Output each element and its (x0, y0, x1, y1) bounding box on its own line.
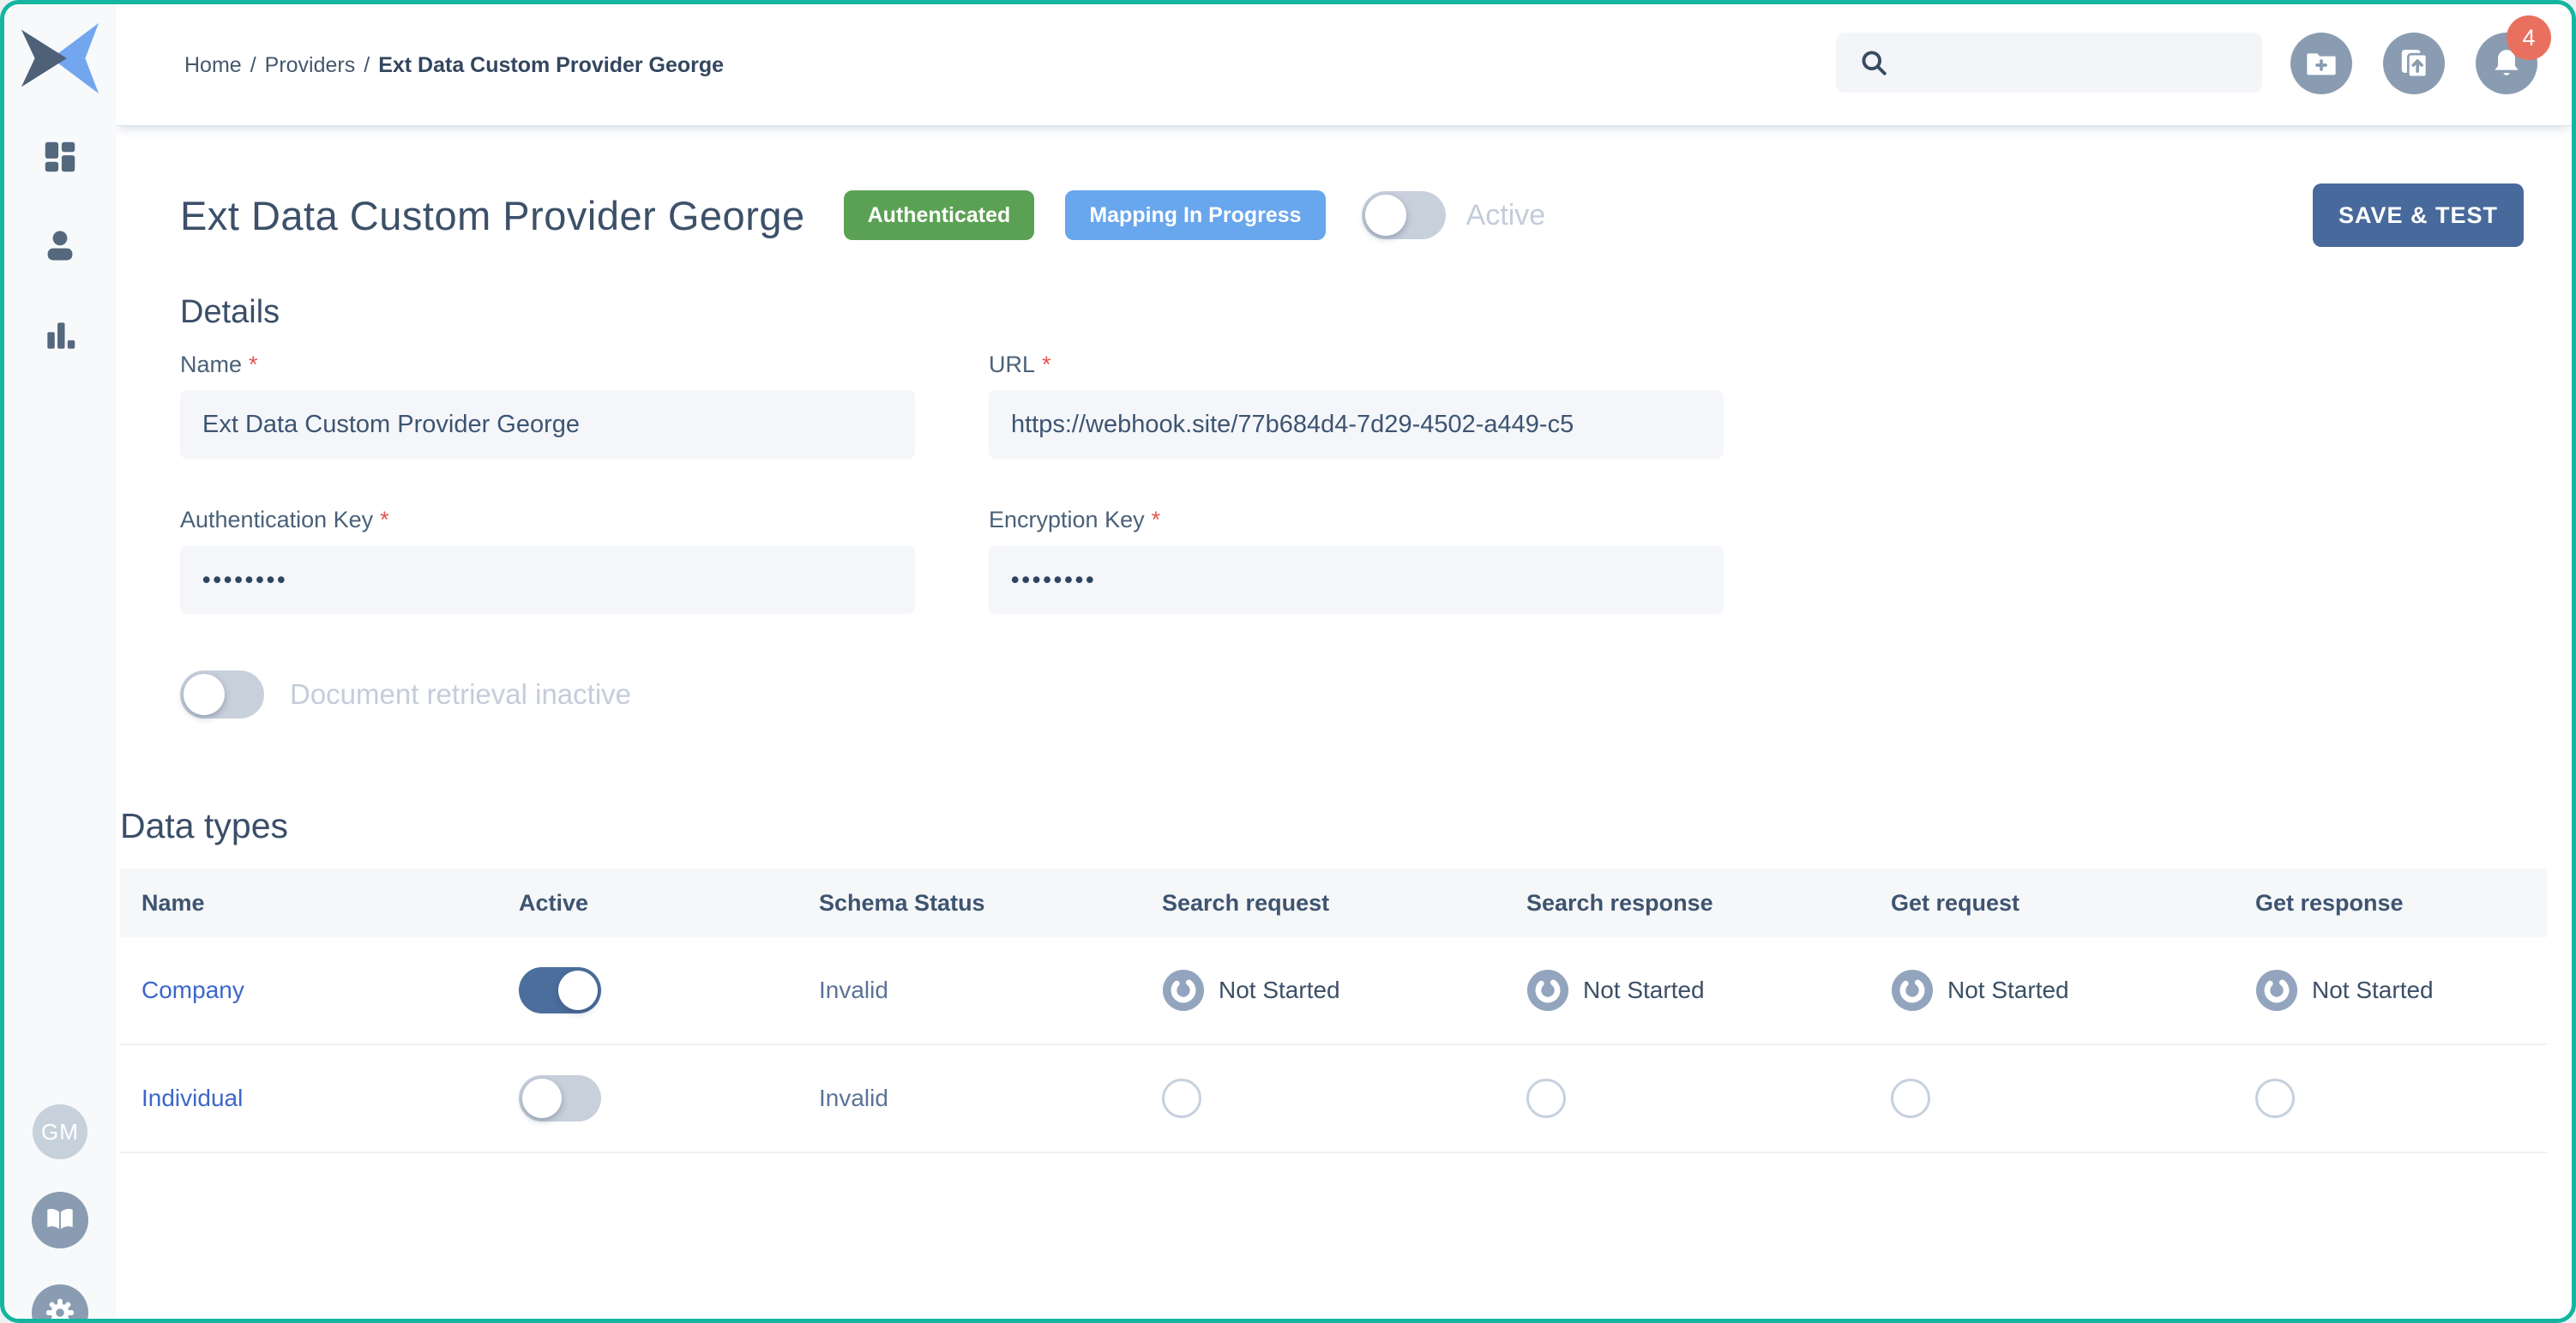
progress-not-started-icon (2255, 969, 2298, 1012)
add-provider-button[interactable] (2290, 33, 2352, 94)
individual-get-request-status[interactable] (1891, 1079, 1930, 1118)
name-label: Name (180, 352, 242, 378)
company-search-response-status[interactable]: Not Started (1526, 969, 1705, 1012)
data-types-section: Data types Name Active Schema Status Sea… (120, 806, 2547, 1153)
col-schema-status: Schema Status (797, 890, 1141, 917)
company-schema-status: Invalid (819, 977, 888, 1004)
progress-not-started-icon (1162, 969, 1205, 1012)
page-title: Ext Data Custom Provider George (180, 192, 805, 239)
col-get-response: Get response (2234, 890, 2547, 917)
progress-not-started-icon (1891, 969, 1934, 1012)
active-toggle-label: Active (1466, 199, 1546, 232)
search-box (1836, 33, 2262, 93)
details-heading: Details (180, 294, 1837, 331)
search-input[interactable] (1836, 33, 2262, 93)
field-url: URL * (989, 352, 1724, 459)
notification-count-badge: 4 (2507, 15, 2551, 60)
save-and-test-button[interactable]: SAVE & TEST (2313, 183, 2524, 247)
toggle-knob (1365, 195, 1406, 236)
datatype-link-company[interactable]: Company (141, 977, 244, 1004)
breadcrumb: Home / Providers / Ext Data Custom Provi… (184, 4, 724, 126)
individual-active-toggle[interactable] (519, 1075, 601, 1122)
table-row-company: Company Invalid Not Started (120, 937, 2547, 1045)
doc-retrieval-label: Document retrieval inactive (290, 678, 631, 711)
toggle-knob (558, 971, 598, 1010)
gear-icon (44, 1296, 76, 1323)
sidebar-item-reports[interactable] (39, 315, 81, 356)
bar-chart-icon (41, 316, 79, 354)
avatar[interactable]: GM (33, 1104, 87, 1159)
app-logo[interactable] (18, 16, 102, 100)
breadcrumb-separator: / (364, 53, 370, 78)
col-get-request: Get request (1869, 890, 2234, 917)
url-label: URL (989, 352, 1035, 378)
required-asterisk: * (249, 352, 258, 378)
field-name: Name * (180, 352, 915, 459)
status-badge-mapping: Mapping In Progress (1065, 190, 1325, 240)
field-auth-key: Authentication Key * (180, 507, 915, 614)
documentation-button[interactable] (32, 1192, 88, 1248)
col-search-response: Search response (1505, 890, 1869, 917)
doc-retrieval-row: Document retrieval inactive (180, 671, 1837, 719)
individual-search-request-status[interactable] (1162, 1079, 1201, 1118)
company-get-response-status[interactable]: Not Started (2255, 969, 2434, 1012)
breadcrumb-current: Ext Data Custom Provider George (378, 53, 724, 78)
data-types-heading: Data types (120, 806, 2547, 846)
breadcrumb-separator: / (250, 53, 256, 78)
toggle-knob (522, 1079, 562, 1118)
field-enc-key: Encryption Key * (989, 507, 1724, 614)
person-icon (40, 226, 80, 266)
col-name: Name (120, 890, 497, 917)
url-field[interactable] (989, 390, 1724, 459)
breadcrumb-home[interactable]: Home (184, 53, 242, 78)
dashboard-icon (40, 137, 80, 177)
main-content: Ext Data Custom Provider George Authenti… (116, 126, 2572, 1319)
company-search-request-status[interactable]: Not Started (1162, 969, 1340, 1012)
individual-schema-status: Invalid (819, 1085, 888, 1112)
table-row-individual: Individual Invalid (120, 1045, 2547, 1153)
individual-search-response-status[interactable] (1526, 1079, 1566, 1118)
company-active-toggle[interactable] (519, 967, 601, 1013)
sidebar-item-dashboard[interactable] (39, 136, 81, 177)
details-fields: Name * URL * Authentication Key * (180, 352, 1837, 614)
col-active: Active (497, 890, 797, 917)
breadcrumb-providers[interactable]: Providers (265, 53, 356, 78)
status-badge-authenticated: Authenticated (844, 190, 1035, 240)
datatype-link-individual[interactable]: Individual (141, 1085, 243, 1112)
import-button[interactable] (2383, 33, 2445, 94)
title-row: Ext Data Custom Provider George Authenti… (180, 177, 2524, 253)
progress-not-started-icon (1526, 969, 1569, 1012)
settings-button[interactable] (32, 1284, 88, 1323)
doc-retrieval-toggle[interactable] (180, 671, 264, 719)
individual-get-response-status[interactable] (2255, 1079, 2295, 1118)
auth-key-field[interactable] (180, 545, 915, 614)
sidebar-nav (4, 136, 116, 356)
required-asterisk: * (380, 507, 389, 533)
notifications-button[interactable]: 4 (2476, 33, 2537, 94)
enc-key-field[interactable] (989, 545, 1724, 614)
required-asterisk: * (1042, 352, 1051, 378)
details-section: Details Name * URL * (180, 294, 1837, 719)
header-actions: 4 (2290, 33, 2537, 94)
required-asterisk: * (1152, 507, 1161, 533)
search-icon (1858, 47, 1889, 78)
col-search-request: Search request (1141, 890, 1505, 917)
name-field[interactable] (180, 390, 915, 459)
toggle-knob (184, 674, 225, 715)
book-icon (44, 1204, 76, 1236)
sidebar-item-users[interactable] (39, 226, 81, 267)
top-header: Home / Providers / Ext Data Custom Provi… (116, 4, 2572, 126)
logo-icon (18, 16, 102, 100)
company-get-request-status[interactable]: Not Started (1891, 969, 2069, 1012)
sidebar: GM (4, 4, 116, 1319)
auth-key-label: Authentication Key (180, 507, 373, 533)
app-window: GM Home / Providers (0, 0, 2576, 1323)
enc-key-label: Encryption Key (989, 507, 1145, 533)
table-header: Name Active Schema Status Search request… (120, 869, 2547, 937)
folder-plus-icon (2304, 46, 2338, 81)
active-toggle[interactable] (1362, 191, 1446, 239)
upload-copy-icon (2397, 46, 2431, 81)
